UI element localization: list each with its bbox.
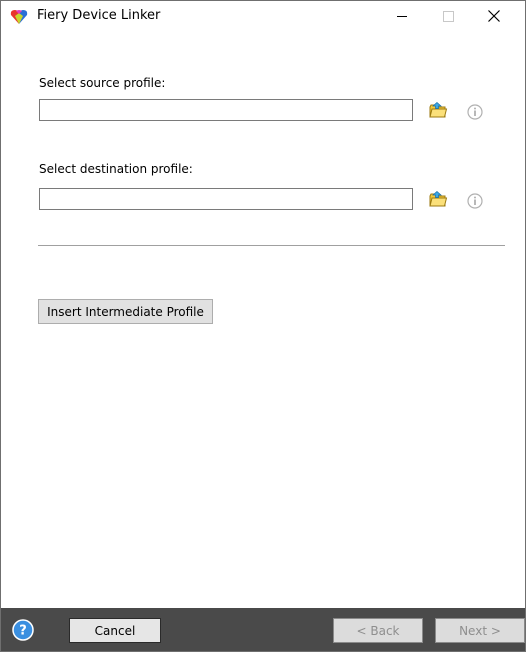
title-bar[interactable]: Fiery Device Linker — [1, 1, 525, 31]
close-button[interactable] — [471, 1, 517, 31]
maximize-icon — [442, 10, 454, 22]
destination-profile-label: Select destination profile: — [39, 162, 193, 176]
maximize-button[interactable] — [425, 1, 471, 31]
minimize-button[interactable] — [379, 1, 425, 31]
source-profile-field[interactable] — [39, 99, 413, 121]
back-button[interactable]: < Back — [333, 618, 423, 643]
close-icon — [488, 10, 500, 22]
destination-info-icon[interactable] — [465, 191, 485, 211]
fiery-heart-icon — [10, 10, 28, 24]
window-title: Fiery Device Linker — [37, 8, 161, 23]
cancel-button[interactable]: Cancel — [69, 618, 161, 643]
open-folder-icon[interactable] — [428, 190, 448, 210]
open-folder-icon[interactable] — [428, 101, 448, 121]
footer-bar: ? Cancel < Back Next > — [1, 608, 525, 651]
section-divider — [38, 245, 505, 246]
next-button[interactable]: Next > — [435, 618, 525, 643]
source-info-icon[interactable] — [465, 102, 485, 122]
destination-profile-field[interactable] — [39, 188, 413, 210]
source-profile-label: Select source profile: — [39, 76, 166, 90]
insert-intermediate-profile-button[interactable]: Insert Intermediate Profile — [38, 299, 213, 324]
help-icon[interactable]: ? — [12, 619, 34, 641]
minimize-icon — [397, 15, 407, 17]
svg-text:?: ? — [19, 624, 27, 639]
fiery-device-linker-window: Fiery Device Linker Select source profil… — [0, 0, 526, 652]
